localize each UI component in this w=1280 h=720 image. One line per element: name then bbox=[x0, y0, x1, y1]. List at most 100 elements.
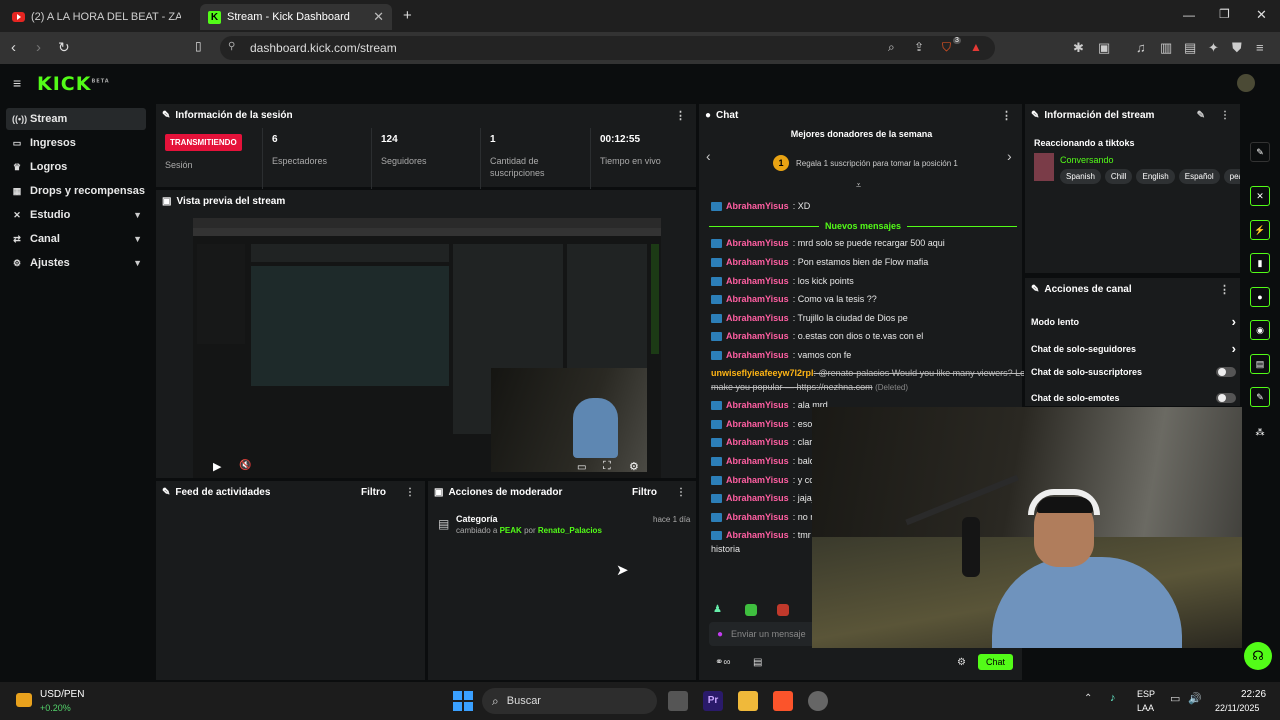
sidebar-item-stream[interactable]: ((•)) Stream bbox=[6, 108, 146, 130]
sidebar-toggle-icon[interactable]: ▥ bbox=[1160, 40, 1172, 56]
sidebar-item-drops[interactable]: ▦ Drops y recompensas bbox=[6, 180, 146, 202]
prev-arrow-icon[interactable]: ‹ bbox=[706, 148, 711, 164]
clock-time[interactable]: 22:26 bbox=[1241, 689, 1266, 700]
brave-browser-icon[interactable] bbox=[773, 691, 793, 711]
panel-header: ✎ Información de la sesión ⋮ bbox=[162, 109, 686, 122]
clock-date[interactable]: 22/11/2025 bbox=[1215, 703, 1259, 713]
channel-action-followers-only[interactable]: Chat de solo-seguidores › bbox=[1031, 341, 1236, 356]
bookmark-icon[interactable]: ▯ bbox=[195, 39, 202, 53]
chat-message: AbrahamYisus: ala mrd bbox=[711, 400, 828, 410]
toggle-switch[interactable] bbox=[1216, 367, 1236, 377]
edit-icon[interactable]: ✎ bbox=[1250, 142, 1270, 162]
maximize-icon[interactable]: ❐ bbox=[1219, 7, 1230, 21]
reload-icon[interactable]: ↻ bbox=[58, 39, 70, 56]
hamburger-menu-icon[interactable]: ≡ bbox=[13, 75, 21, 91]
microphone-icon[interactable]: ♪ bbox=[1110, 692, 1116, 704]
premiere-pro-icon[interactable]: Pr bbox=[703, 691, 723, 711]
chat-bubble-icon[interactable]: ● bbox=[1250, 287, 1270, 307]
next-arrow-icon[interactable]: › bbox=[1007, 148, 1012, 164]
taskbar-search[interactable]: ⌕ Buscar bbox=[482, 688, 657, 714]
more-options-icon[interactable]: ⋮ bbox=[405, 487, 415, 498]
apps-icon[interactable]: ⁂ bbox=[1250, 422, 1270, 442]
sidebar-item-ingresos[interactable]: ▭ Ingresos bbox=[6, 132, 146, 154]
site-info-icon[interactable]: ⚲ bbox=[228, 41, 235, 52]
fullscreen-icon[interactable]: ⛶ bbox=[603, 460, 611, 473]
sidebar-item-estudio[interactable]: ✕ Estudio ▼ bbox=[6, 204, 146, 226]
language-indicator[interactable]: ESP bbox=[1137, 689, 1155, 699]
lightning-icon[interactable]: ⚡ bbox=[1250, 220, 1270, 240]
leo-ai-icon[interactable]: ✦ bbox=[1208, 40, 1219, 56]
stream-category[interactable]: Conversando bbox=[1060, 155, 1114, 165]
address-bar[interactable]: ⚲ dashboard.kick.com/stream ⌕ ⇪ ⛉ 3 ▲ bbox=[220, 36, 995, 60]
screenshot-icon[interactable]: ▣ bbox=[1098, 40, 1110, 56]
filter-button[interactable]: Filtro bbox=[361, 487, 386, 498]
sidebar-item-logros[interactable]: ♛ Logros bbox=[6, 156, 146, 178]
divider bbox=[480, 128, 481, 190]
forward-icon[interactable]: › bbox=[36, 39, 41, 56]
chevron-up-icon[interactable]: ⌃ bbox=[1084, 693, 1092, 704]
panel-header: ✎ Acciones de canal ⋮ bbox=[1031, 283, 1230, 296]
support-icon[interactable]: ☊ bbox=[1244, 642, 1272, 670]
more-options-icon[interactable]: ⋮ bbox=[1219, 283, 1230, 296]
back-icon[interactable]: ‹ bbox=[11, 39, 16, 56]
filter-button[interactable]: Filtro bbox=[632, 487, 657, 498]
kick-points-icon[interactable]: ⚭∞ bbox=[715, 657, 731, 668]
windows-start-icon[interactable] bbox=[453, 691, 473, 711]
vpn-icon[interactable]: ⛊ bbox=[1232, 40, 1242, 56]
settings-icon[interactable]: ⚙ bbox=[629, 460, 639, 473]
channel-action-slow-mode[interactable]: Modo lento › bbox=[1031, 314, 1236, 329]
brave-shield-icon[interactable]: ⛉ bbox=[942, 40, 951, 55]
emote-icon[interactable] bbox=[777, 604, 789, 616]
user-avatar[interactable] bbox=[1237, 74, 1255, 92]
mute-icon[interactable]: 🔇 bbox=[239, 460, 251, 471]
file-explorer-icon[interactable] bbox=[738, 691, 758, 711]
sidebar-item-canal[interactable]: ⇄ Canal ▼ bbox=[6, 228, 146, 250]
minimize-icon[interactable]: — bbox=[1183, 8, 1195, 22]
stream-video-preview[interactable]: ▶ 🔇 ▭ ⛶ ⚙ bbox=[193, 218, 661, 478]
wallet-icon[interactable]: ▤ bbox=[1184, 40, 1196, 56]
raid-icon[interactable]: ✕ bbox=[1250, 186, 1270, 206]
layout-icon[interactable]: ▤ bbox=[1250, 354, 1270, 374]
zoom-icon[interactable]: ⌕ bbox=[888, 40, 895, 55]
close-tab-icon[interactable]: ✕ bbox=[373, 9, 384, 25]
edit-icon[interactable]: ✎ bbox=[1197, 110, 1205, 121]
tab-youtube[interactable]: (2) A LA HORA DEL BEAT - ZAMBO C bbox=[4, 4, 196, 30]
clip-icon[interactable]: ▮ bbox=[1250, 253, 1270, 273]
more-options-icon[interactable]: ⋮ bbox=[676, 487, 686, 498]
pip-icon[interactable]: ▭ bbox=[577, 462, 586, 473]
tab-kick-dashboard[interactable]: K Stream - Kick Dashboard ✕ bbox=[200, 4, 392, 30]
collapse-icon[interactable]: ⩡ bbox=[856, 180, 861, 191]
menu-icon[interactable]: ≡ bbox=[1256, 40, 1264, 55]
more-options-icon[interactable]: ⋮ bbox=[1220, 110, 1230, 121]
volume-icon[interactable]: 🔊 bbox=[1188, 692, 1202, 705]
tag-list: SpanishChillEnglishEspañolpea bbox=[1060, 169, 1240, 184]
task-view-icon[interactable] bbox=[668, 691, 688, 711]
kick-logo[interactable]: KICKBETA bbox=[37, 73, 110, 95]
emote-icon[interactable]: ♟ bbox=[713, 604, 722, 615]
brave-rewards-icon[interactable]: ▲ bbox=[970, 40, 982, 54]
store-icon[interactable]: ▤ bbox=[753, 657, 762, 668]
share-icon[interactable]: ⇪ bbox=[914, 40, 924, 54]
more-options-icon[interactable]: ⋮ bbox=[675, 109, 686, 122]
sidebar-item-ajustes[interactable]: ⚙ Ajustes ▼ bbox=[6, 252, 146, 274]
emote-icon[interactable] bbox=[745, 604, 757, 616]
network-icon[interactable]: ▭ bbox=[1170, 692, 1180, 705]
play-icon[interactable]: ▶ bbox=[213, 460, 221, 473]
user-badge-icon bbox=[711, 276, 722, 286]
media-icon[interactable]: ♫ bbox=[1136, 40, 1146, 55]
new-tab-icon[interactable]: + bbox=[403, 7, 412, 24]
stream-info-panel: ✎ Información del stream ✎ ⋮ Reaccionand… bbox=[1024, 103, 1241, 274]
microphone-icon[interactable]: ● bbox=[717, 629, 723, 640]
chat-send-button[interactable]: Chat bbox=[978, 654, 1014, 670]
tool-icon[interactable]: ✎ bbox=[1250, 387, 1270, 407]
close-window-icon[interactable]: ✕ bbox=[1256, 7, 1267, 23]
more-options-icon[interactable]: ⋮ bbox=[1001, 109, 1012, 122]
toggle-switch[interactable] bbox=[1216, 393, 1236, 403]
chat-settings-icon[interactable]: ⚙ bbox=[957, 657, 966, 668]
ticker-label[interactable]: USD/PEN bbox=[40, 689, 84, 700]
preview-content bbox=[193, 228, 661, 236]
broadcast-icon[interactable]: ◉ bbox=[1250, 320, 1270, 340]
extensions-icon[interactable]: ✱ bbox=[1073, 40, 1084, 56]
keyboard-layout[interactable]: LAA bbox=[1137, 703, 1154, 713]
app-icon[interactable] bbox=[808, 691, 828, 711]
